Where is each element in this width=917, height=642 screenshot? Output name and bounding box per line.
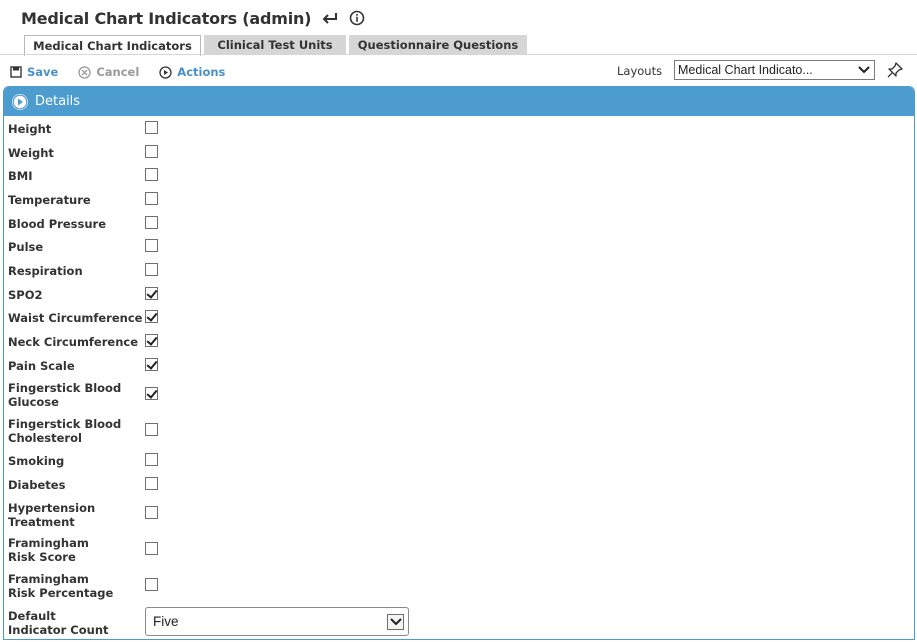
field-label-respiration: Respiration [8,264,83,278]
chevron-down-icon [387,614,404,630]
weight-checkbox[interactable] [145,145,158,158]
layouts-label: Layouts [617,64,663,78]
chevron-down-icon [856,62,872,78]
default-indicator-count-select[interactable]: Five [145,607,409,636]
smoking-checkbox[interactable] [145,453,158,466]
tab-clinical-test-units[interactable]: Clinical Test Units [204,35,346,55]
save-icon [10,66,22,78]
field-label-smoking: Smoking [8,454,65,468]
expand-icon [12,93,28,110]
save-label: Save [27,65,59,79]
cancel-label: Cancel [96,65,140,79]
field-label-neck-circumference: Neck Circumference [8,335,139,349]
cancel-button[interactable]: Cancel [78,65,139,79]
framingham-risk-percentage-checkbox[interactable] [145,578,158,591]
temperature-checkbox[interactable] [145,192,158,205]
blood-pressure-checkbox[interactable] [145,216,158,229]
info-icon[interactable] [349,10,365,26]
play-circle-icon [159,65,172,79]
height-checkbox[interactable] [145,121,158,134]
field-label-default-indicator-count: Default Indicator Count [8,609,109,637]
page-header: Medical Chart Indicators (admin) [21,7,365,29]
field-label-hypertension-treatment: Hypertension Treatment [8,501,96,529]
pain-scale-checkbox[interactable] [145,358,158,371]
field-label-waist-circumference: Waist Circumference [8,311,143,325]
field-label-temperature: Temperature [8,193,91,207]
details-panel-header[interactable]: Details [4,87,914,116]
field-label-spo2: SPO2 [8,288,43,302]
field-label-framingham-risk-percentage: Framingham Risk Percentage [8,572,114,600]
hypertension-treatment-checkbox[interactable] [145,506,158,519]
details-panel: Details [3,86,915,640]
field-label-diabetes: Diabetes [8,478,66,492]
field-label-height: Height [8,122,52,136]
save-button[interactable]: Save [10,65,58,79]
default-indicator-count-value: Five [153,614,179,629]
layouts-select[interactable]: Medical Chart Indicato... [674,60,875,80]
field-label-weight: Weight [8,146,54,160]
waist-circumference-checkbox[interactable] [145,310,158,323]
field-label-fingerstick-blood-glucose: Fingerstick Blood Glucose [8,381,122,409]
bmi-checkbox[interactable] [145,168,158,181]
return-icon[interactable] [321,11,339,25]
layouts-selected-value: Medical Chart Indicato... [678,63,813,77]
actions-label: Actions [177,65,226,79]
page-title: Medical Chart Indicators (admin) [21,8,312,28]
field-label-framingham-risk-score: Framingham Risk Score [8,536,89,564]
field-label-bmi: BMI [8,169,33,183]
tab-divider [0,54,917,55]
field-label-pain-scale: Pain Scale [8,359,75,373]
field-label-blood-pressure: Blood Pressure [8,217,106,231]
pin-icon[interactable] [886,61,904,83]
tab-bar: Medical Chart Indicators Clinical Test U… [24,35,530,56]
pulse-checkbox[interactable] [145,239,158,252]
tab-questionnaire-questions[interactable]: Questionnaire Questions [349,35,527,55]
framingham-risk-score-checkbox[interactable] [145,542,158,555]
field-label-fingerstick-blood-cholesterol: Fingerstick Blood Cholesterol [8,417,122,445]
cancel-icon [78,65,91,79]
details-panel-title: Details [35,94,81,109]
tab-medical-chart-indicators[interactable]: Medical Chart Indicators [24,35,201,56]
diabetes-checkbox[interactable] [145,477,158,490]
spo2-checkbox[interactable] [145,287,158,300]
field-label-pulse: Pulse [8,240,44,254]
fingerstick-blood-glucose-checkbox[interactable] [145,387,158,400]
toolbar: Save Cancel Actions [10,63,245,81]
respiration-checkbox[interactable] [145,263,158,276]
actions-button[interactable]: Actions [159,65,225,79]
fingerstick-blood-cholesterol-checkbox[interactable] [145,423,158,436]
neck-circumference-checkbox[interactable] [145,334,158,347]
